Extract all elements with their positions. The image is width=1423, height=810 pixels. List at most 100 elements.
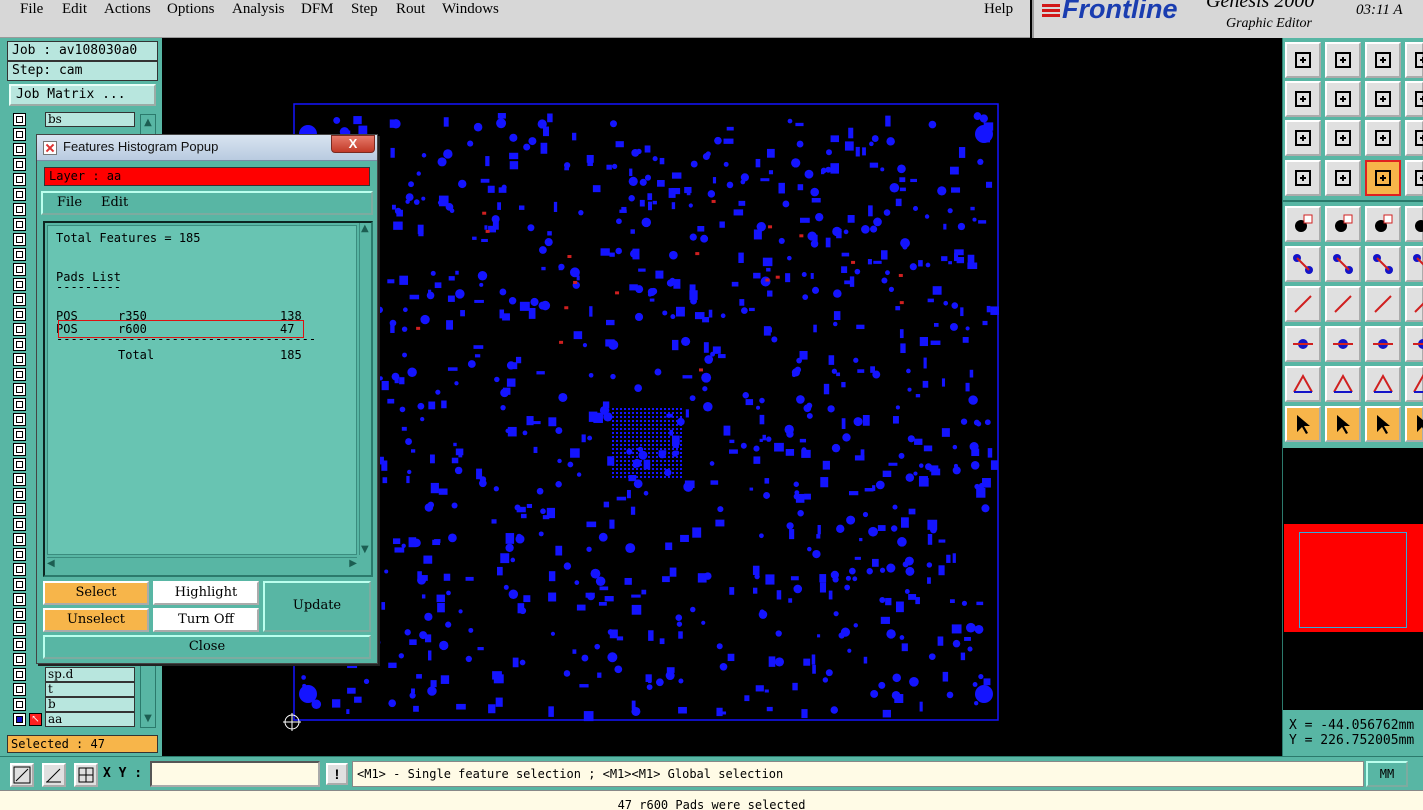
layer-checkbox[interactable] bbox=[13, 128, 26, 141]
pointer-icon[interactable] bbox=[1285, 406, 1321, 442]
via-icon[interactable] bbox=[1405, 246, 1423, 282]
layer-checkbox[interactable] bbox=[13, 473, 26, 486]
layer-checkbox[interactable] bbox=[13, 203, 26, 216]
select-pointer-icon[interactable] bbox=[1325, 406, 1361, 442]
text-scroll-right-icon[interactable]: ▶ bbox=[349, 558, 357, 569]
layer-checkbox[interactable] bbox=[13, 443, 26, 456]
layer-row[interactable]: sp.d bbox=[8, 667, 138, 682]
rotate-icon[interactable] bbox=[1365, 81, 1401, 117]
layer-checkbox[interactable] bbox=[13, 548, 26, 561]
scale-icon[interactable] bbox=[1365, 120, 1401, 156]
node-icon[interactable] bbox=[1285, 246, 1321, 282]
menu-step[interactable]: Step bbox=[351, 1, 378, 18]
arc-icon[interactable] bbox=[1365, 286, 1401, 322]
layer-checkbox[interactable] bbox=[13, 458, 26, 471]
dash-icon[interactable] bbox=[1325, 326, 1361, 362]
scroll-down-icon[interactable]: ▼ bbox=[142, 713, 154, 725]
layer-checkbox[interactable] bbox=[13, 248, 26, 261]
layer-checkbox[interactable] bbox=[13, 113, 26, 126]
text-scroll-left-icon[interactable]: ◀ bbox=[47, 558, 55, 569]
zoom-fit-icon[interactable] bbox=[10, 763, 34, 787]
zigzag-icon[interactable] bbox=[1405, 366, 1423, 402]
select-button[interactable]: Select bbox=[43, 581, 149, 605]
unit-button[interactable]: MM bbox=[1366, 761, 1408, 787]
layer-checkbox[interactable] bbox=[13, 578, 26, 591]
drill-icon[interactable] bbox=[1405, 206, 1423, 242]
layer-checkbox[interactable] bbox=[13, 233, 26, 246]
turn-off-button[interactable]: Turn Off bbox=[153, 608, 259, 632]
layer-checkbox[interactable] bbox=[13, 188, 26, 201]
layer-checkbox[interactable] bbox=[13, 368, 26, 381]
add-pad-icon[interactable] bbox=[1285, 206, 1321, 242]
cross-icon[interactable] bbox=[1325, 246, 1361, 282]
edge-icon[interactable] bbox=[1405, 286, 1423, 322]
layer-checkbox[interactable] bbox=[13, 698, 26, 711]
layer-checkbox[interactable] bbox=[13, 308, 26, 321]
move-pad-icon[interactable] bbox=[1285, 326, 1321, 362]
job-matrix-button[interactable]: Job Matrix ... bbox=[9, 84, 156, 106]
layer-checkbox[interactable] bbox=[13, 383, 26, 396]
popup-menu-file[interactable]: File bbox=[57, 195, 82, 210]
layer-checkbox[interactable] bbox=[13, 608, 26, 621]
prev-icon[interactable] bbox=[1285, 81, 1321, 117]
save-icon[interactable] bbox=[1325, 42, 1361, 78]
text-vertical-scrollbar[interactable]: ▲ ▼ bbox=[359, 223, 371, 555]
peak-icon[interactable] bbox=[1325, 366, 1361, 402]
home-icon[interactable] bbox=[1365, 42, 1401, 78]
menu-dfm[interactable]: DFM bbox=[301, 1, 334, 18]
layer-checkbox[interactable] bbox=[13, 623, 26, 636]
triangle-icon[interactable] bbox=[1285, 366, 1321, 402]
next-icon[interactable] bbox=[1325, 81, 1361, 117]
overview-map[interactable] bbox=[1283, 448, 1423, 710]
probe-icon[interactable] bbox=[1405, 326, 1423, 362]
center-icon[interactable] bbox=[1325, 120, 1361, 156]
select-net-icon[interactable] bbox=[1405, 406, 1423, 442]
window-close-button[interactable]: X bbox=[331, 135, 375, 153]
close-button[interactable]: Close bbox=[43, 635, 371, 659]
highlight-button[interactable]: Highlight bbox=[153, 581, 259, 605]
ruler-icon[interactable] bbox=[1365, 206, 1401, 242]
bridge-icon[interactable] bbox=[1365, 366, 1401, 402]
layer-checkbox[interactable] bbox=[13, 503, 26, 516]
layer-checkbox[interactable] bbox=[13, 218, 26, 231]
menu-rout[interactable]: Rout bbox=[396, 1, 425, 18]
text-horizontal-scrollbar[interactable]: ◀ ▶ bbox=[47, 557, 357, 571]
layer-checkbox[interactable] bbox=[13, 173, 26, 186]
menu-actions[interactable]: Actions bbox=[104, 1, 151, 18]
text-scroll-up-icon[interactable]: ▲ bbox=[361, 223, 369, 234]
net-icon[interactable] bbox=[1365, 160, 1401, 196]
layer-checkbox[interactable] bbox=[13, 398, 26, 411]
popup-menu-edit[interactable]: Edit bbox=[101, 195, 128, 210]
layer-checkbox[interactable] bbox=[13, 563, 26, 576]
xy-input[interactable] bbox=[150, 761, 320, 787]
nav-icon[interactable] bbox=[1405, 42, 1423, 78]
layer-name[interactable]: aa bbox=[45, 712, 135, 727]
popup-titlebar[interactable]: Features Histogram Popup X bbox=[37, 135, 377, 161]
update-button[interactable]: Update bbox=[263, 581, 371, 632]
layer-name[interactable]: bs bbox=[45, 112, 135, 127]
layer-checkbox[interactable] bbox=[13, 713, 26, 726]
layer-checkbox[interactable] bbox=[13, 533, 26, 546]
overview-view-frame[interactable] bbox=[1299, 532, 1407, 628]
histogram-text-area[interactable]: Total Features = 185 Pads List ---------… bbox=[43, 221, 373, 577]
layer-checkbox[interactable] bbox=[13, 653, 26, 666]
layer-checkbox[interactable] bbox=[13, 638, 26, 651]
layer-name[interactable]: sp.d bbox=[45, 667, 135, 682]
layer-checkbox[interactable] bbox=[13, 293, 26, 306]
text-scroll-down-icon[interactable]: ▼ bbox=[361, 544, 369, 555]
settings-icon[interactable] bbox=[1285, 160, 1321, 196]
layer-checkbox[interactable] bbox=[13, 323, 26, 336]
menu-options[interactable]: Options bbox=[167, 1, 215, 18]
layer-checkbox[interactable] bbox=[13, 593, 26, 606]
layer-checkbox[interactable] bbox=[13, 158, 26, 171]
fit-icon[interactable] bbox=[1285, 120, 1321, 156]
layer-row[interactable]: t bbox=[8, 682, 138, 697]
route-icon[interactable] bbox=[1405, 160, 1423, 196]
layer-checkbox[interactable] bbox=[13, 428, 26, 441]
menu-analysis[interactable]: Analysis bbox=[232, 1, 285, 18]
line-icon[interactable] bbox=[1285, 286, 1321, 322]
layer-checkbox[interactable] bbox=[13, 488, 26, 501]
layer-checkbox[interactable] bbox=[13, 278, 26, 291]
layer-row[interactable]: bs bbox=[8, 112, 138, 127]
layer-name[interactable]: b bbox=[45, 697, 135, 712]
